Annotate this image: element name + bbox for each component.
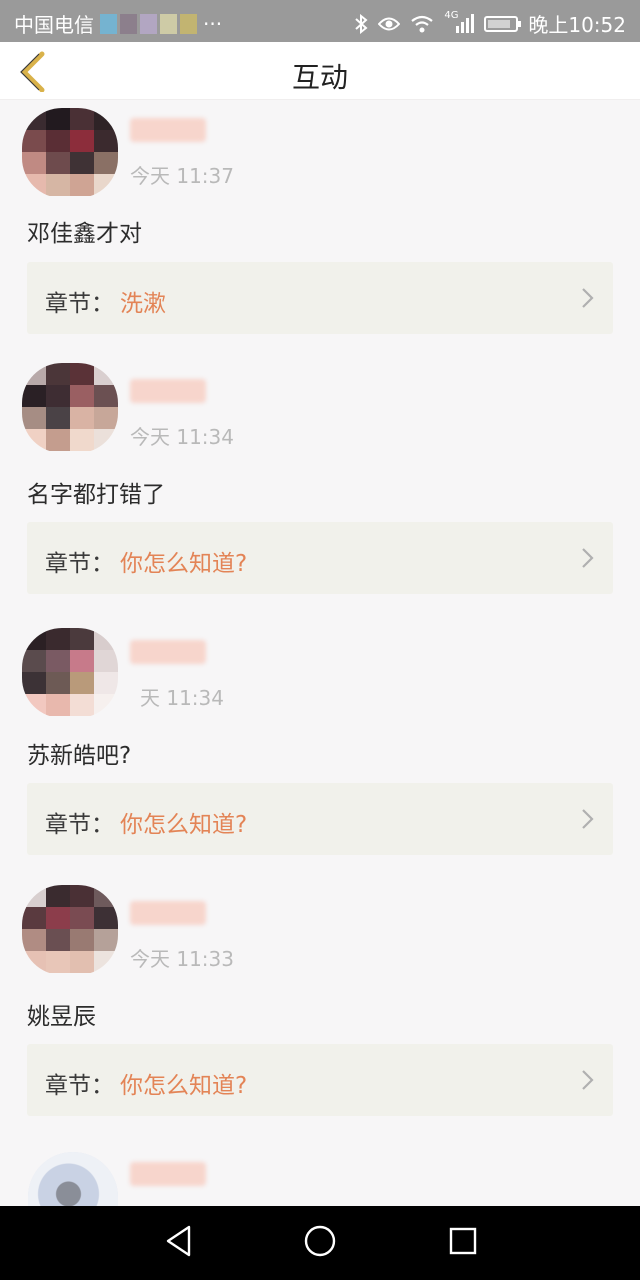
wifi-icon bbox=[410, 15, 434, 33]
avatar[interactable] bbox=[22, 885, 118, 975]
chapter-link[interactable]: 章节： 你怎么知道? bbox=[27, 783, 613, 855]
post-time: 天 11:34 bbox=[140, 686, 224, 710]
chapter-link[interactable]: 章节： 你怎么知道? bbox=[27, 1044, 613, 1116]
avatar[interactable] bbox=[28, 1152, 118, 1206]
post-time: 今天 11:37 bbox=[130, 164, 234, 188]
chapter-name: 你怎么知道? bbox=[120, 551, 248, 577]
chapter-label: 章节： bbox=[45, 1073, 114, 1099]
username-blurred[interactable] bbox=[130, 118, 206, 142]
username-blurred[interactable] bbox=[130, 901, 206, 925]
chevron-right-icon bbox=[582, 809, 594, 829]
battery-icon bbox=[484, 15, 522, 32]
post-time: 今天 11:33 bbox=[130, 947, 234, 971]
system-navigation-bar bbox=[0, 1206, 640, 1280]
chevron-right-icon bbox=[582, 548, 594, 568]
chapter-name: 你怎么知道? bbox=[120, 1073, 248, 1099]
username-blurred[interactable] bbox=[130, 640, 206, 664]
status-bar: 中国电信 ··· 4G 晚上10:52 bbox=[0, 0, 640, 42]
list-item: 天 11:34 苏新皓吧? 章节： 你怎么知道? bbox=[0, 622, 640, 883]
comment-text: 邓佳鑫才对 bbox=[27, 221, 142, 247]
post-time: 今天 11:34 bbox=[130, 425, 234, 449]
username-blurred[interactable] bbox=[130, 1162, 206, 1186]
chevron-right-icon bbox=[582, 1070, 594, 1090]
chevron-right-icon bbox=[582, 288, 594, 308]
more-notifications-label: ··· bbox=[203, 11, 223, 36]
clock-label: 晚上10:52 bbox=[528, 13, 626, 37]
avatar[interactable] bbox=[22, 108, 118, 198]
chapter-label: 章节： bbox=[45, 812, 114, 838]
interaction-feed[interactable]: 今天 11:37 邓佳鑫才对 章节： 洗漱 今天 11:34 名字都打错了 章节… bbox=[0, 100, 640, 1206]
chapter-link[interactable]: 章节： 洗漱 bbox=[27, 262, 613, 334]
chapter-name: 洗漱 bbox=[120, 291, 166, 317]
avatar[interactable] bbox=[22, 363, 118, 453]
comment-text: 苏新皓吧? bbox=[27, 743, 132, 769]
carrier-label: 中国电信 bbox=[14, 13, 94, 37]
notification-icons-blurred bbox=[100, 13, 197, 34]
list-item: 今天 11:34 名字都打错了 章节： 你怎么知道? bbox=[0, 361, 640, 622]
bluetooth-icon bbox=[354, 13, 368, 34]
eye-icon bbox=[378, 16, 401, 32]
comment-text: 名字都打错了 bbox=[27, 482, 165, 508]
signal-icon: 4G bbox=[444, 10, 475, 34]
chapter-name: 你怎么知道? bbox=[120, 812, 248, 838]
avatar[interactable] bbox=[22, 628, 118, 718]
chapter-link[interactable]: 章节： 你怎么知道? bbox=[27, 522, 613, 594]
triangle-back-icon[interactable] bbox=[164, 1224, 194, 1258]
list-item: 今天 11:37 邓佳鑫才对 章节： 洗漱 bbox=[0, 100, 640, 361]
square-recents-icon[interactable] bbox=[448, 1224, 478, 1258]
chapter-label: 章节： bbox=[45, 291, 114, 317]
comment-text: 姚昱辰 bbox=[27, 1004, 96, 1030]
username-blurred[interactable] bbox=[130, 379, 206, 403]
chapter-label: 章节： bbox=[45, 551, 114, 577]
network-type-label: 4G bbox=[444, 9, 459, 21]
list-item: 今天 11:33 姚昱辰 章节： 你怎么知道? bbox=[0, 883, 640, 1144]
top-app-bar: 互动 bbox=[0, 42, 640, 100]
circle-home-icon[interactable] bbox=[303, 1224, 337, 1258]
page-title: 互动 bbox=[291, 61, 348, 94]
